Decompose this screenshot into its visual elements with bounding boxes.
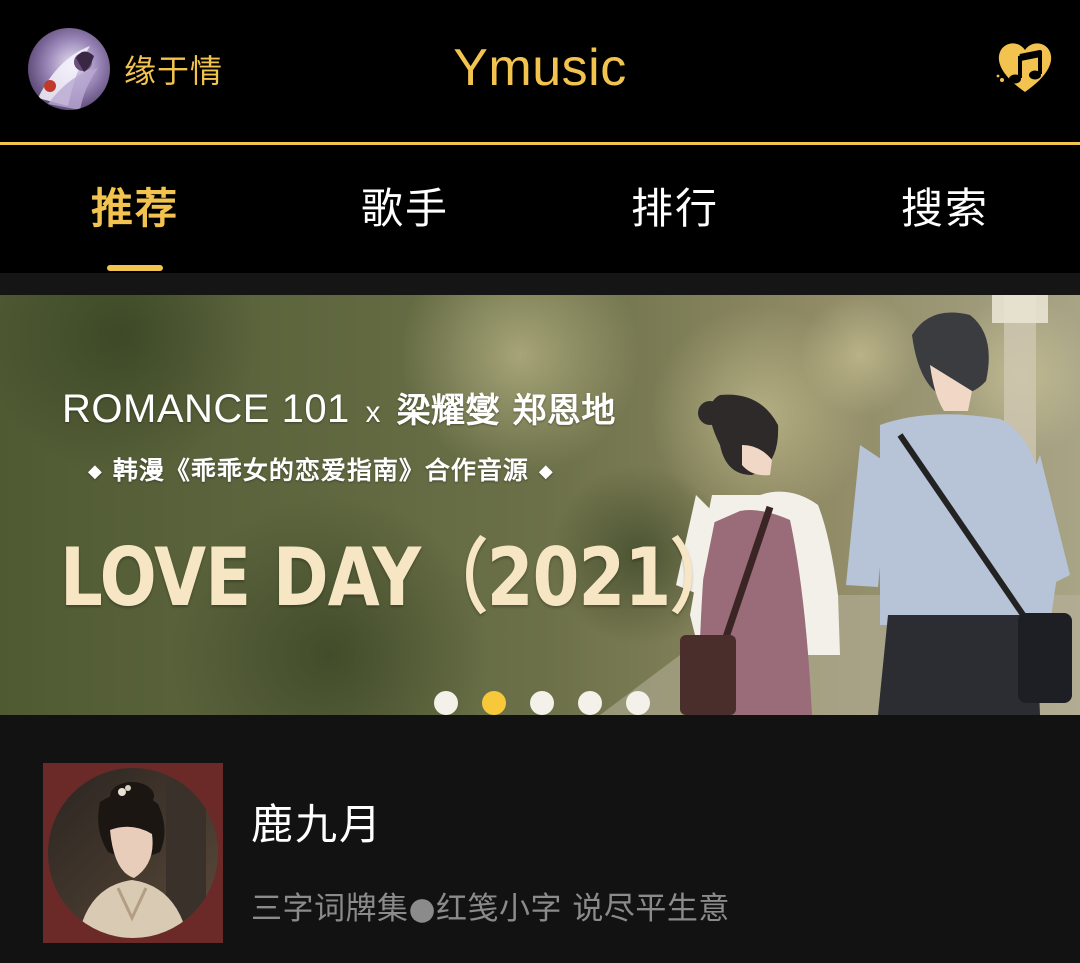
banner-headline-cn: 梁耀燮 郑恩地 — [396, 391, 616, 431]
app-title: Ymusic — [453, 39, 627, 97]
carousel-dot[interactable] — [626, 691, 650, 715]
tab-label: 搜索 — [900, 184, 989, 233]
tab-bar: 推荐 歌手 排行 搜索 — [0, 145, 1080, 273]
banner-artwork — [0, 295, 1080, 715]
tab-label: 推荐 — [90, 184, 179, 233]
carousel-pagination — [434, 691, 674, 715]
tab-label: 排行 — [630, 184, 719, 233]
banner-subtitle-text: 韩漫《乖乖女的恋爱指南》合作音源 — [112, 456, 529, 485]
banner-headline-en: ROMANCE 101 — [62, 387, 350, 431]
carousel-dot-active[interactable] — [482, 691, 506, 715]
banner-headline: ROMANCE 101 x 梁耀燮 郑恩地 — [62, 383, 616, 432]
banner-carousel[interactable]: ROMANCE 101 x 梁耀燮 郑恩地 ◆ 韩漫《乖乖女的恋爱指南》合作音源 ◆… — [0, 295, 1080, 715]
playlist-description: 三字词牌集●红笺小字 说尽平生意 — [251, 891, 730, 927]
banner-headline-x: x — [365, 396, 381, 429]
playlist-title: 鹿九月 — [251, 800, 384, 849]
playlist-list: 鹿九月 三字词牌集●红笺小字 说尽平生意 — [0, 715, 1080, 963]
banner-subtitle: ◆ 韩漫《乖乖女的恋爱指南》合作音源 ◆ — [78, 451, 564, 487]
tab-label: 歌手 — [360, 184, 449, 233]
tab-search[interactable]: 搜索 — [810, 145, 1080, 273]
tab-ranking[interactable]: 排行 — [540, 145, 810, 273]
top-bar: 缘于情 Ymusic — [0, 0, 1080, 142]
app-root: 缘于情 Ymusic 推荐 歌手 排行 搜索 ROMANCE 101 x 梁耀燮… — [0, 0, 1080, 963]
carousel-dot[interactable] — [434, 691, 458, 715]
tab-recommend[interactable]: 推荐 — [0, 145, 270, 273]
carousel-dot[interactable] — [578, 691, 602, 715]
list-item[interactable]: 鹿九月 三字词牌集●红笺小字 说尽平生意 — [43, 763, 1043, 943]
tab-singers[interactable]: 歌手 — [270, 145, 540, 273]
carousel-dot[interactable] — [530, 691, 554, 715]
diamond-bullet-icon: ◆ — [88, 461, 103, 482]
music-note-heart-icon[interactable] — [994, 36, 1056, 98]
diamond-bullet-icon: ◆ — [538, 461, 554, 482]
section-gap — [0, 273, 1080, 295]
active-tab-indicator — [107, 265, 163, 271]
cover-image — [48, 768, 218, 938]
playlist-cover[interactable] — [43, 763, 223, 943]
banner-title: LOVE DAY（2021） — [60, 531, 738, 624]
